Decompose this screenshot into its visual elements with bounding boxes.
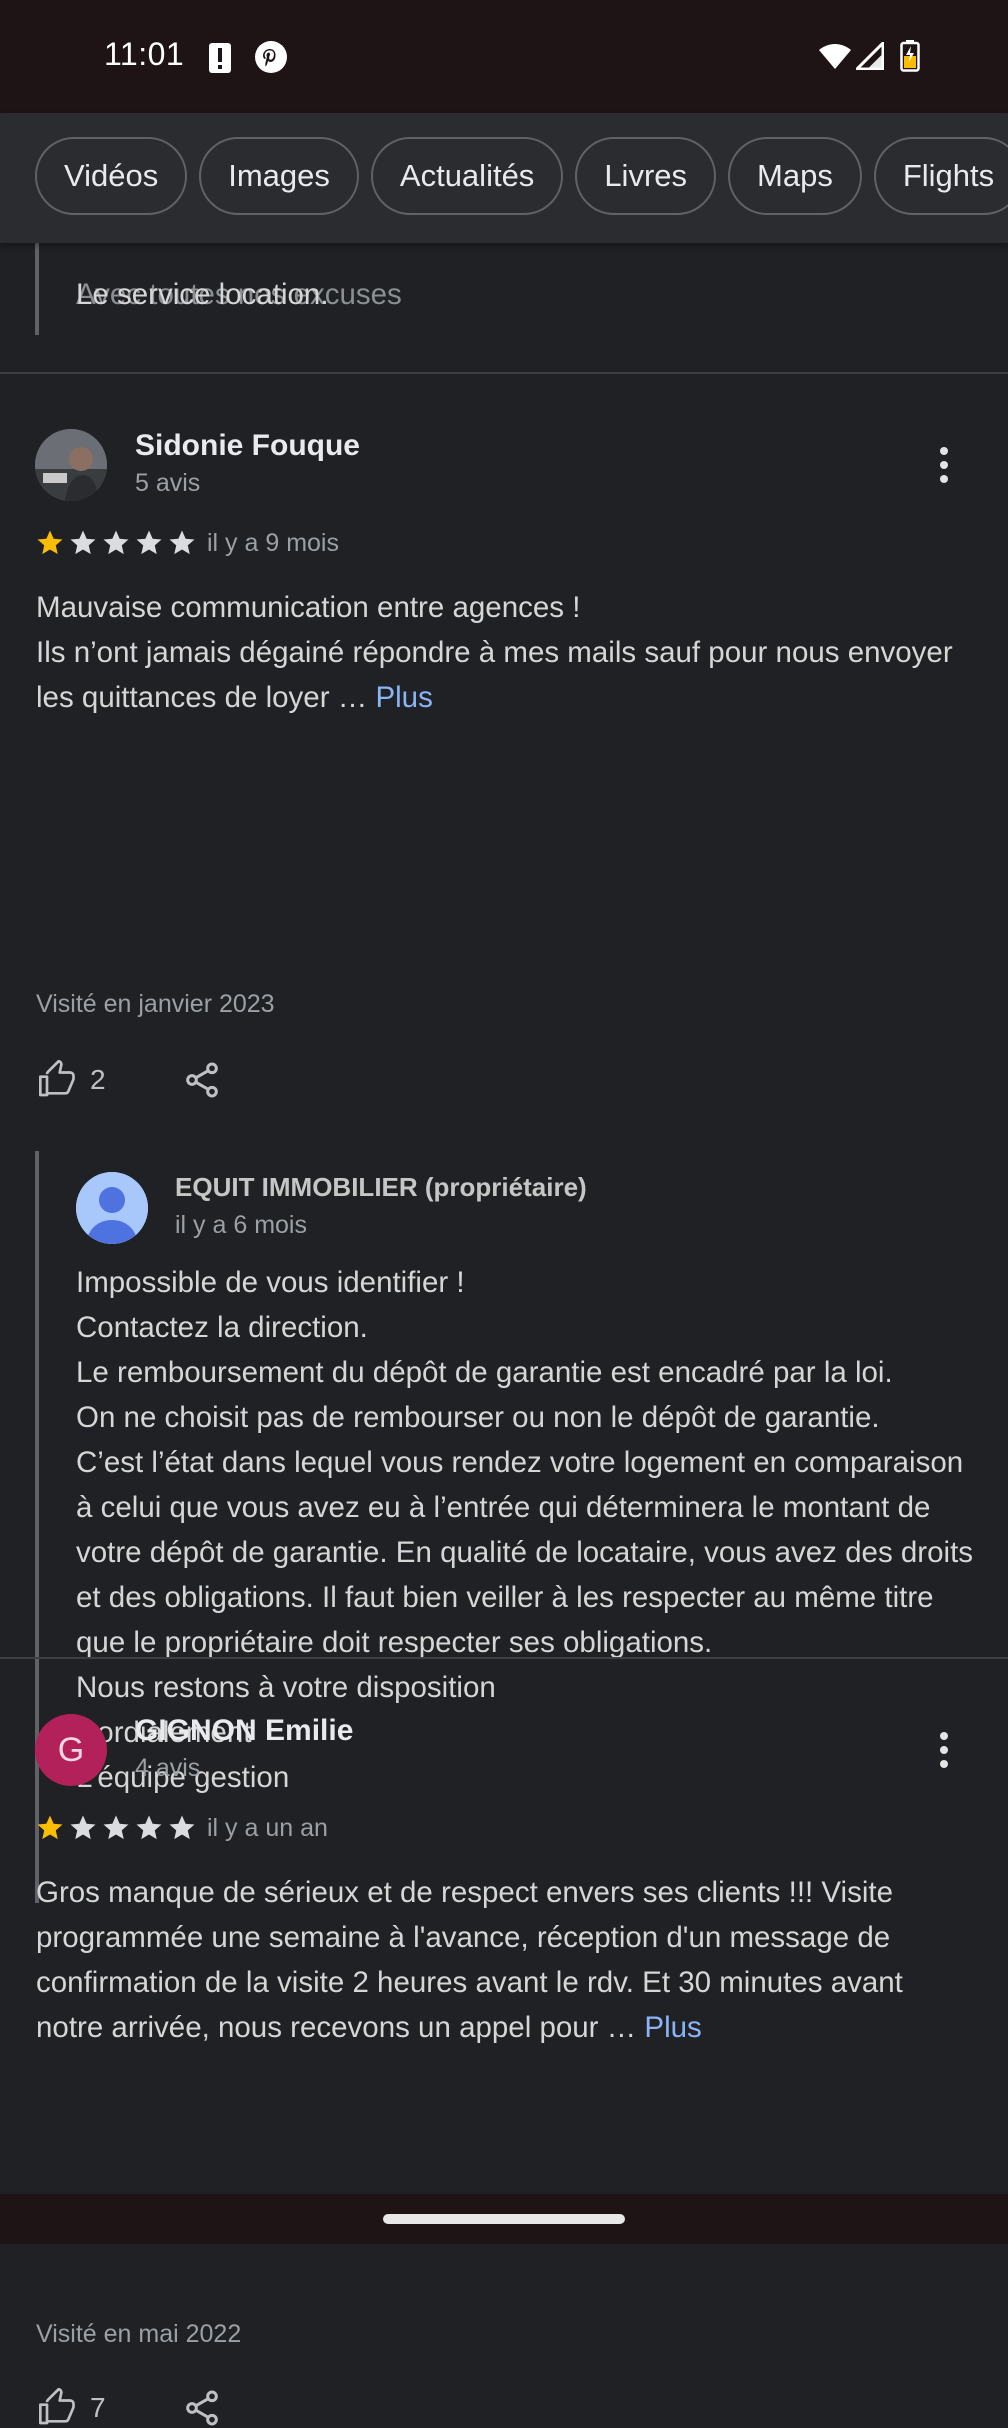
star-icon xyxy=(103,530,129,555)
chip-flights[interactable]: Flights xyxy=(873,137,1008,215)
like-button[interactable]: 7 xyxy=(36,2388,106,2428)
review-time: il y a un an xyxy=(207,1814,328,1842)
owner-avatar xyxy=(76,1172,148,1244)
review-text: Gros manque de sérieux et de respect env… xyxy=(36,1870,971,2050)
status-bar: 11:01 xyxy=(0,0,1008,113)
more-link[interactable]: Plus xyxy=(375,681,432,714)
previous-reply-line-2: Le service location. xyxy=(76,278,329,311)
chip-actualites[interactable]: Actualités xyxy=(370,137,564,215)
reviewer-name[interactable]: GIGNON Emilie xyxy=(135,1714,353,1748)
more-options-icon[interactable] xyxy=(940,1732,950,1774)
chip-livres[interactable]: Livres xyxy=(575,137,717,215)
share-icon xyxy=(185,1062,218,1098)
star-rating xyxy=(35,1813,197,1843)
filter-chips: Vidéos Images Actualités Livres Maps Fli… xyxy=(35,137,1008,215)
reviewer-review-count: 4 avis xyxy=(135,1754,201,1782)
like-button[interactable]: 2 xyxy=(36,1060,106,1100)
battery-icon xyxy=(900,40,920,77)
search-filter-bar: Vidéos Images Actualités Livres Maps Fli… xyxy=(0,113,1008,243)
avatar-letter: G xyxy=(57,1730,85,1769)
thumbs-up-icon xyxy=(39,2388,75,2425)
star-icon xyxy=(103,1815,129,1840)
owner-name: EQUIT IMMOBILIER (propriétaire) xyxy=(175,1172,587,1202)
star-icon xyxy=(169,1815,195,1840)
chip-videos[interactable]: Vidéos xyxy=(35,137,188,215)
chip-maps[interactable]: Maps xyxy=(728,137,862,215)
reviewer-avatar[interactable]: G xyxy=(35,1714,107,1786)
more-link[interactable]: Plus xyxy=(644,2011,701,2044)
reply-indent-bar xyxy=(35,243,39,335)
wifi-icon xyxy=(818,42,852,75)
review-time: il y a 9 mois xyxy=(207,529,339,557)
star-icon xyxy=(136,1815,162,1840)
share-button[interactable] xyxy=(182,2388,222,2428)
chip-images[interactable]: Images xyxy=(199,137,359,215)
star-icon xyxy=(169,530,195,555)
reviewer-name[interactable]: Sidonie Fouque xyxy=(135,429,360,463)
thumbs-up-icon xyxy=(39,1060,75,1097)
star-icon xyxy=(37,1815,63,1840)
star-icon xyxy=(136,530,162,555)
like-count: 2 xyxy=(90,1064,106,1095)
owner-reply-time: il y a 6 mois xyxy=(175,1211,307,1239)
more-options-icon[interactable] xyxy=(940,447,950,489)
reviewer-avatar[interactable] xyxy=(35,429,107,501)
visit-date: Visité en mai 2022 xyxy=(36,2320,242,2348)
reviewer-review-count: 5 avis xyxy=(135,469,201,497)
review-divider xyxy=(0,1657,1008,1659)
star-icon xyxy=(70,530,96,555)
review-text-content: Mauvaise communication entre agences ! I… xyxy=(36,591,953,714)
review-actions: 7 xyxy=(36,2388,222,2428)
review-text-content: Gros manque de sérieux et de respect env… xyxy=(36,1876,903,2044)
review-text: Mauvaise communication entre agences ! I… xyxy=(36,585,971,720)
status-time: 11:01 xyxy=(104,36,185,72)
share-button[interactable] xyxy=(182,1060,222,1100)
pinterest-icon xyxy=(254,40,288,79)
star-icon xyxy=(70,1815,96,1840)
star-rating xyxy=(35,528,197,558)
share-icon xyxy=(185,2390,218,2426)
cellular-signal-icon xyxy=(853,39,885,75)
visit-date: Visité en janvier 2023 xyxy=(36,990,275,1018)
like-count: 7 xyxy=(90,2392,106,2423)
review-divider xyxy=(0,372,1008,374)
review-actions: 2 xyxy=(36,1060,222,1100)
home-gesture-handle[interactable] xyxy=(383,2214,625,2224)
star-icon xyxy=(37,530,63,555)
alert-notification-icon xyxy=(208,40,232,79)
gesture-navigation-bar xyxy=(0,2194,1008,2244)
reply-indent-bar xyxy=(35,1151,39,1903)
